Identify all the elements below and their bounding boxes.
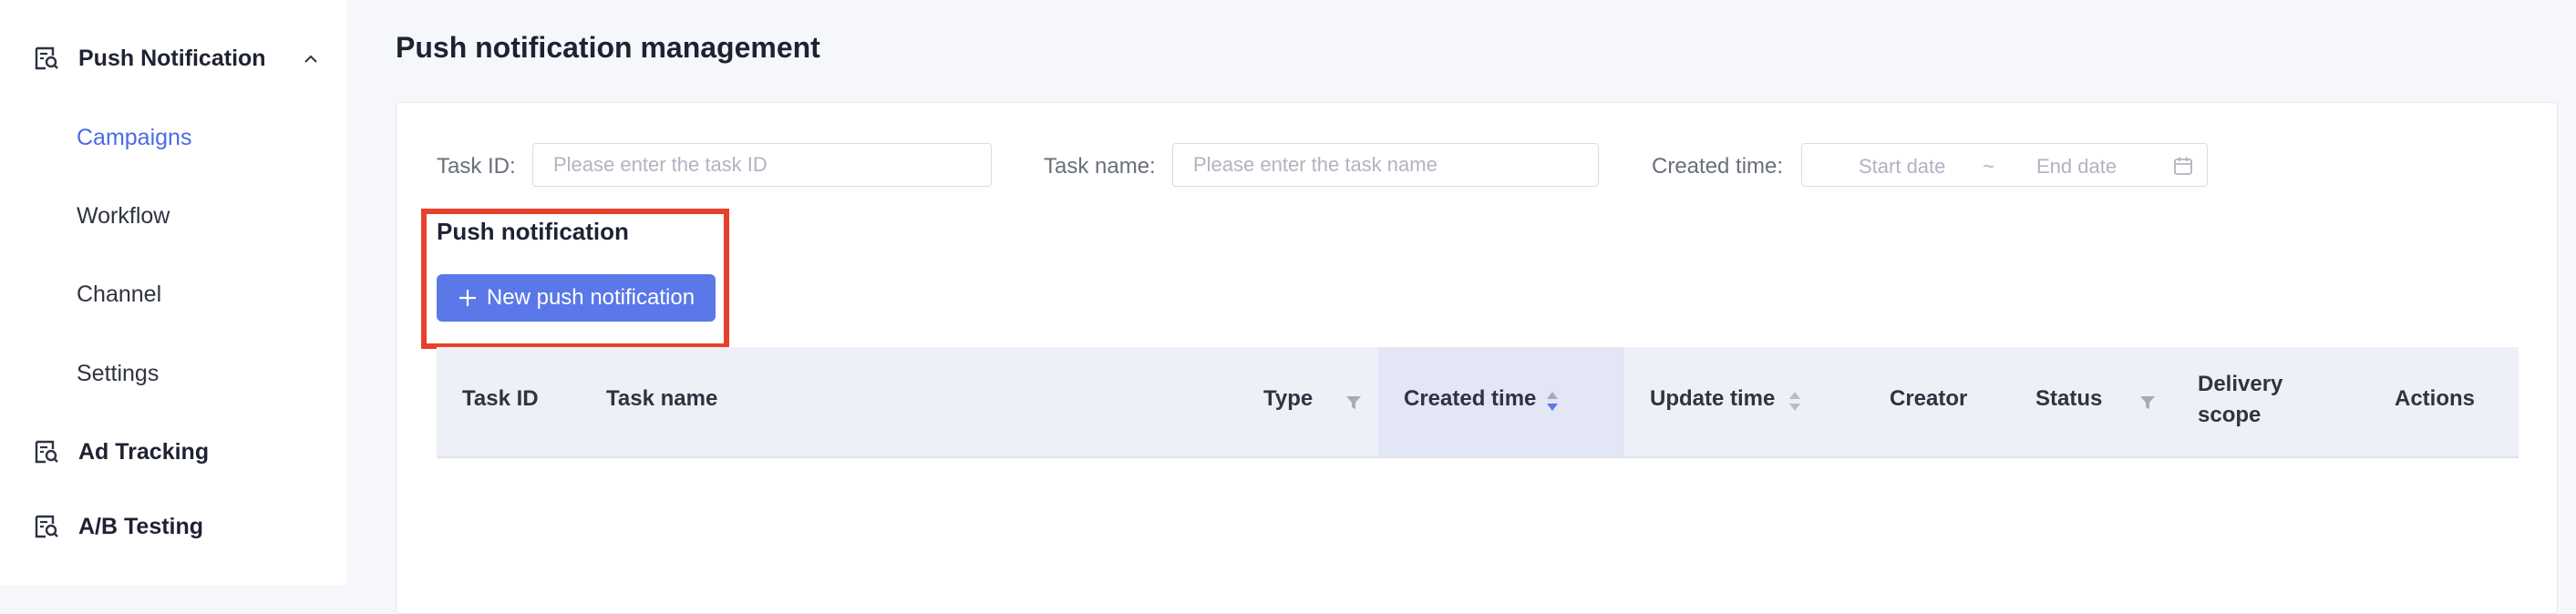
column-delivery-scope-line1: Delivery: [2198, 372, 2283, 396]
column-actions: Actions: [2395, 386, 2476, 411]
sort-icon[interactable]: [1788, 390, 1802, 414]
report-search-icon: [35, 46, 58, 70]
column-creator: Creator: [1890, 386, 1968, 411]
column-created-time[interactable]: Created time: [1404, 386, 1536, 412]
sidebar-item-channel[interactable]: Channel: [77, 281, 161, 308]
task-name-label: Task name:: [1044, 154, 1156, 179]
task-id-input[interactable]: [532, 143, 992, 187]
chevron-up-icon[interactable]: [303, 45, 319, 72]
start-date-input[interactable]: Start date: [1859, 155, 1945, 179]
column-type: Type: [1263, 386, 1314, 411]
sidebar-group-label: Push Notification: [78, 45, 266, 71]
sidebar-group-label: A/B Testing: [78, 513, 204, 539]
sidebar: Push Notification Campaigns Workflow Cha…: [0, 0, 346, 585]
column-status: Status: [2035, 386, 2103, 411]
sidebar-group-push-notification[interactable]: Push Notification: [33, 45, 317, 72]
created-time-label: Created time:: [1652, 154, 1784, 179]
sidebar-group-label: Ad Tracking: [78, 438, 210, 465]
date-separator: ~: [1983, 155, 1994, 178]
column-delivery-scope-line2: scope: [2198, 403, 2262, 427]
highlight-annotation: [421, 209, 729, 349]
column-update-time[interactable]: Update time: [1650, 386, 1775, 412]
sidebar-group-ab-testing[interactable]: A/B Testing: [33, 513, 203, 540]
sort-icon[interactable]: [1545, 390, 1560, 414]
created-time-range-picker[interactable]: Start date ~ End date: [1801, 143, 2208, 187]
table-header: Task ID Task name Type Created time Upda…: [437, 347, 2519, 458]
report-search-icon: [35, 515, 58, 538]
page-title: Push notification management: [396, 31, 820, 64]
sidebar-item-workflow[interactable]: Workflow: [77, 203, 170, 230]
column-task-id: Task ID: [462, 386, 539, 411]
end-date-input[interactable]: End date: [2036, 155, 2117, 179]
task-id-label: Task ID:: [437, 154, 516, 179]
task-name-input[interactable]: [1172, 143, 1599, 187]
report-search-icon: [35, 440, 58, 464]
calendar-icon[interactable]: [2172, 155, 2194, 177]
column-task-name: Task name: [606, 386, 718, 411]
sidebar-item-settings[interactable]: Settings: [77, 361, 159, 387]
sidebar-group-ad-tracking[interactable]: Ad Tracking: [33, 438, 209, 466]
sidebar-item-campaigns[interactable]: Campaigns: [77, 125, 191, 151]
filter-icon[interactable]: [1345, 394, 1363, 412]
filter-icon[interactable]: [2138, 394, 2157, 412]
